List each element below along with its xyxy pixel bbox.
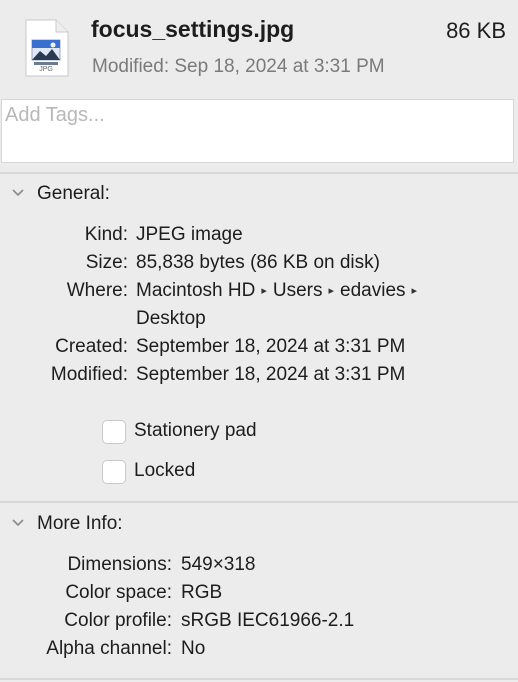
info-header: JPG focus_settings.jpg 86 KB Modified: S…: [0, 0, 518, 96]
kind-value: JPEG image: [136, 224, 243, 245]
stationery-pad-option[interactable]: Stationery pad: [102, 419, 322, 445]
dimensions-value: 549×318: [181, 554, 256, 575]
chevron-down-icon: [12, 189, 24, 197]
where-path[interactable]: Macintosh HD ▸ Users ▸ edavies ▸: [136, 280, 423, 302]
path-separator-icon: ▸: [411, 285, 418, 297]
color-space-value: RGB: [181, 582, 223, 603]
stationery-pad-checkbox[interactable]: [102, 420, 126, 444]
more-info-section-toggle[interactable]: More Info:: [0, 510, 300, 538]
path-user[interactable]: edavies: [340, 280, 406, 301]
jpg-badge-text: JPG: [39, 66, 53, 73]
modified-label: Modified:: [50, 364, 128, 385]
size-label: Size:: [85, 252, 128, 273]
locked-option[interactable]: Locked: [102, 459, 322, 485]
more-info-section-title: More Info:: [37, 513, 123, 534]
alpha-channel-value: No: [181, 638, 206, 659]
color-profile-value: sRGB IEC61966-2.1: [181, 610, 355, 631]
path-users[interactable]: Users: [273, 280, 323, 301]
kind-label: Kind:: [84, 224, 128, 245]
tags-input[interactable]: Add Tags...: [1, 99, 514, 163]
path-volume[interactable]: Macintosh HD: [136, 280, 255, 301]
dimensions-label: Dimensions:: [67, 554, 172, 575]
get-info-window: JPG focus_settings.jpg 86 KB Modified: S…: [0, 0, 518, 682]
file-size: 86 KB: [446, 18, 506, 43]
divider: [0, 172, 518, 174]
modified-value: September 18, 2024 at 3:31 PM: [136, 364, 406, 385]
stationery-pad-label: Stationery pad: [134, 420, 257, 441]
jpg-file-icon[interactable]: JPG: [22, 18, 70, 80]
path-separator-icon: ▸: [261, 285, 267, 297]
color-profile-label: Color profile:: [64, 610, 172, 631]
divider: [0, 678, 518, 680]
where-label: Where:: [66, 280, 128, 301]
color-space-label: Color space:: [65, 582, 172, 603]
path-desktop[interactable]: Desktop: [136, 308, 206, 330]
locked-label: Locked: [134, 460, 196, 481]
created-label: Created:: [55, 336, 128, 357]
file-name[interactable]: focus_settings.jpg: [91, 16, 294, 43]
divider: [0, 501, 518, 503]
alpha-channel-label: Alpha channel:: [46, 638, 172, 659]
chevron-down-icon: [12, 519, 24, 527]
locked-checkbox[interactable]: [102, 460, 126, 484]
created-value: September 18, 2024 at 3:31 PM: [136, 336, 406, 357]
general-section-toggle[interactable]: General:: [0, 180, 300, 208]
general-section-title: General:: [37, 183, 110, 204]
size-value: 85,838 bytes (86 KB on disk): [136, 252, 380, 273]
modified-summary: Modified: Sep 18, 2024 at 3:31 PM: [92, 56, 385, 77]
path-separator-icon: ▸: [328, 285, 335, 297]
tags-placeholder: Add Tags...: [5, 104, 105, 126]
